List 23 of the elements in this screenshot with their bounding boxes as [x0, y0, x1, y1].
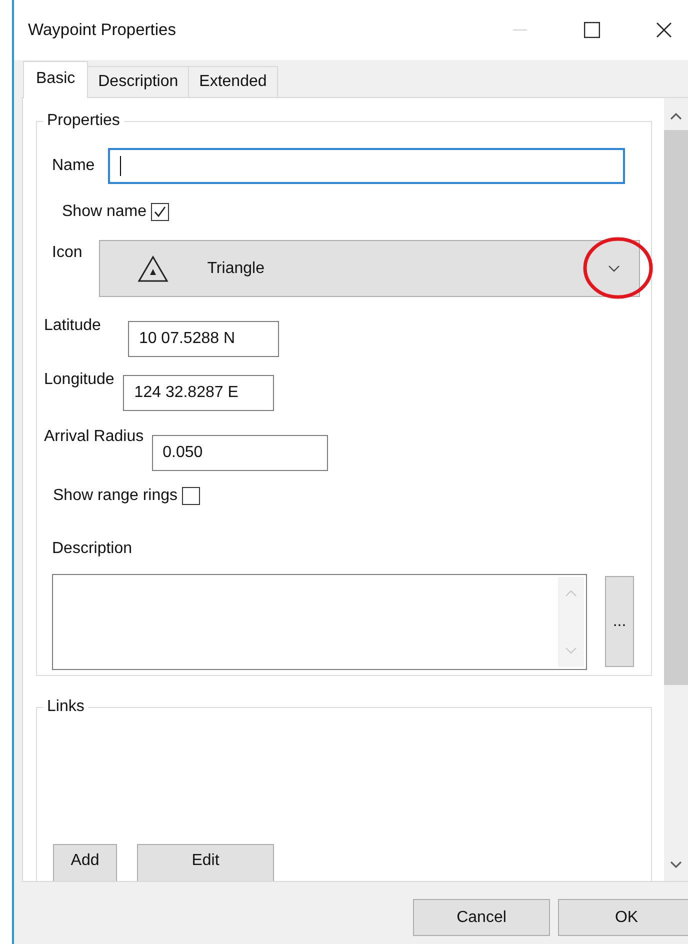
input-field[interactable]: 10 07.5288 N: [128, 321, 279, 357]
dropdown-value: Triangle: [207, 260, 266, 278]
field-label: Arrival Radius: [44, 428, 144, 446]
field-label: Description: [51, 540, 134, 558]
field-label: Longitude: [44, 371, 114, 389]
dialog-button[interactable]: OK: [558, 899, 688, 936]
field-label: Latitude: [44, 317, 101, 335]
input-field[interactable]: 124 32.8287 E: [123, 375, 274, 411]
window-title: Waypoint Properties: [28, 20, 176, 40]
group-label: Links: [46, 698, 86, 716]
link-button[interactable]: Edit: [137, 844, 274, 881]
checkbox-label: Show range rings: [53, 487, 178, 505]
checkbox-label: Show name: [62, 203, 146, 221]
ellipsis-button[interactable]: ...: [605, 576, 634, 667]
link-button[interactable]: Add: [53, 844, 117, 881]
icon-dropdown[interactable]: Triangle: [99, 240, 640, 297]
dialog-button[interactable]: Cancel: [413, 899, 550, 936]
input-field[interactable]: 0.050: [152, 435, 328, 471]
tab[interactable]: Basic: [23, 61, 88, 98]
field-label: Icon: [52, 244, 82, 262]
field-label: Name: [52, 157, 95, 175]
group-label: Properties: [46, 112, 121, 130]
tab[interactable]: Extended: [188, 66, 278, 97]
